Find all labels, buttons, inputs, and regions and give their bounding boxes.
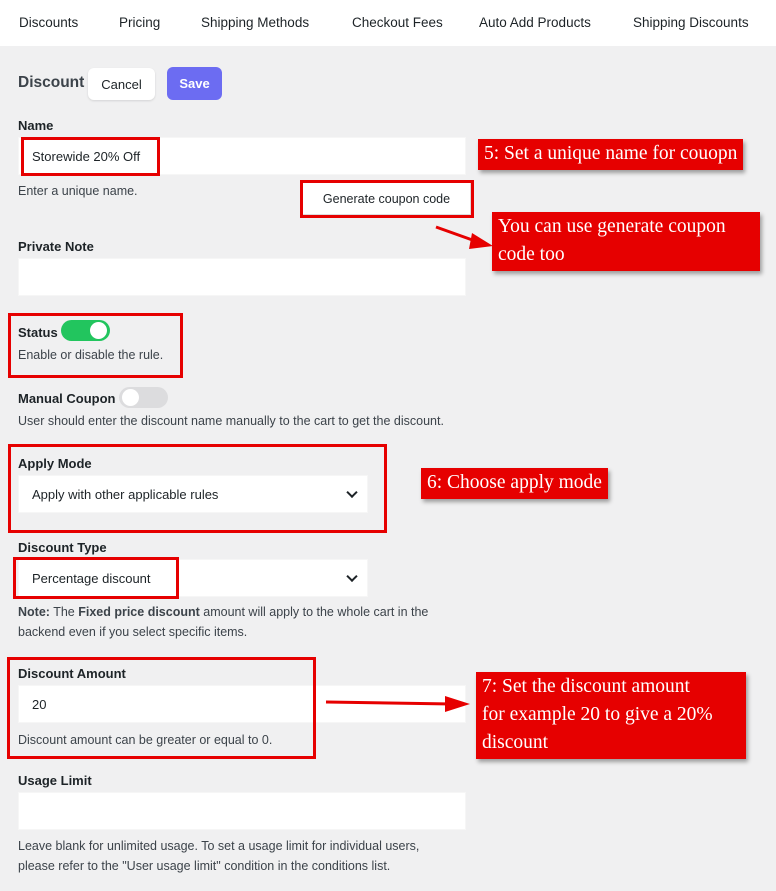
apply-mode-value: Apply with other applicable rules — [32, 486, 219, 502]
annotation-name: 5: Set a unique name for couopn — [478, 139, 744, 170]
annotation-name-text: 5: Set a unique name for couopn — [484, 143, 738, 164]
annotation-amount-line-2: for example 20 to give a 20% — [482, 704, 713, 725]
manual-coupon-help: User should enter the discount name manu… — [18, 414, 444, 428]
generate-coupon-button[interactable]: Generate coupon code — [302, 182, 471, 215]
manual-coupon-toggle[interactable] — [119, 387, 168, 408]
toggle-knob — [122, 389, 139, 406]
tab-pricing[interactable]: Pricing — [119, 15, 160, 30]
usage-limit-label: Usage Limit — [18, 773, 92, 788]
tab-auto-add-products[interactable]: Auto Add Products — [479, 15, 591, 30]
discount-type-select[interactable]: Percentage discount — [18, 559, 368, 597]
tab-shipping-methods[interactable]: Shipping Methods — [201, 15, 309, 30]
name-label: Name — [18, 118, 54, 133]
annotation-generate: You can use generate coupon code too — [492, 212, 760, 271]
note-line-2: backend even if you select specific item… — [18, 625, 248, 639]
fixed-price-note: Note: The Fixed price discount amount wi… — [18, 605, 428, 619]
tab-checkout-fees[interactable]: Checkout Fees — [352, 15, 443, 30]
note-text-1: The — [49, 605, 79, 619]
top-tabs: Discounts Pricing Shipping Methods Check… — [0, 0, 776, 46]
toggle-knob — [90, 322, 107, 339]
discount-amount-help: Discount amount can be greater or equal … — [18, 733, 273, 747]
cancel-button[interactable]: Cancel — [88, 68, 155, 100]
status-label: Status — [18, 325, 58, 340]
chevron-down-icon — [346, 570, 358, 583]
status-toggle[interactable] — [61, 320, 110, 341]
tab-shipping-discounts[interactable]: Shipping Discounts — [633, 15, 749, 30]
annotation-amount-line-1: 7: Set the discount amount — [482, 676, 690, 697]
annotation-apply-mode-text: 6: Choose apply mode — [427, 472, 602, 493]
usage-limit-help-1: Leave blank for unlimited usage. To set … — [18, 839, 420, 853]
note-text-2: amount will apply to the whole cart in t… — [199, 605, 429, 619]
note-bold-text: Fixed price discount — [78, 605, 200, 619]
status-help: Enable or disable the rule. — [18, 348, 164, 362]
private-note-input[interactable] — [18, 258, 466, 296]
annotation-generate-line-2: code too — [498, 244, 565, 265]
tab-discounts[interactable]: Discounts — [19, 15, 78, 30]
save-button[interactable]: Save — [167, 67, 222, 100]
name-help: Enter a unique name. — [18, 184, 138, 198]
page-title: Discount — [18, 74, 85, 91]
discount-amount-label: Discount Amount — [18, 666, 126, 681]
private-note-label: Private Note — [18, 239, 94, 254]
apply-mode-label: Apply Mode — [18, 456, 92, 471]
apply-mode-select[interactable]: Apply with other applicable rules — [18, 475, 368, 513]
annotation-amount-line-3: discount — [482, 732, 549, 753]
manual-coupon-label: Manual Coupon — [18, 391, 116, 406]
chevron-down-icon — [346, 486, 358, 499]
usage-limit-help-2: please refer to the "User usage limit" c… — [18, 859, 391, 873]
discount-amount-input[interactable]: 20 — [18, 685, 466, 723]
note-prefix: Note: — [18, 605, 50, 619]
name-input[interactable]: Storewide 20% Off — [18, 137, 466, 175]
discount-type-value: Percentage discount — [32, 570, 151, 586]
annotation-apply-mode: 6: Choose apply mode — [421, 468, 608, 499]
annotation-generate-line-1: You can use generate coupon — [498, 216, 726, 237]
annotation-amount: 7: Set the discount amount for example 2… — [476, 672, 746, 759]
arrow-to-generate — [435, 225, 493, 249]
usage-limit-input[interactable] — [18, 792, 466, 830]
discount-type-label: Discount Type — [18, 540, 107, 555]
